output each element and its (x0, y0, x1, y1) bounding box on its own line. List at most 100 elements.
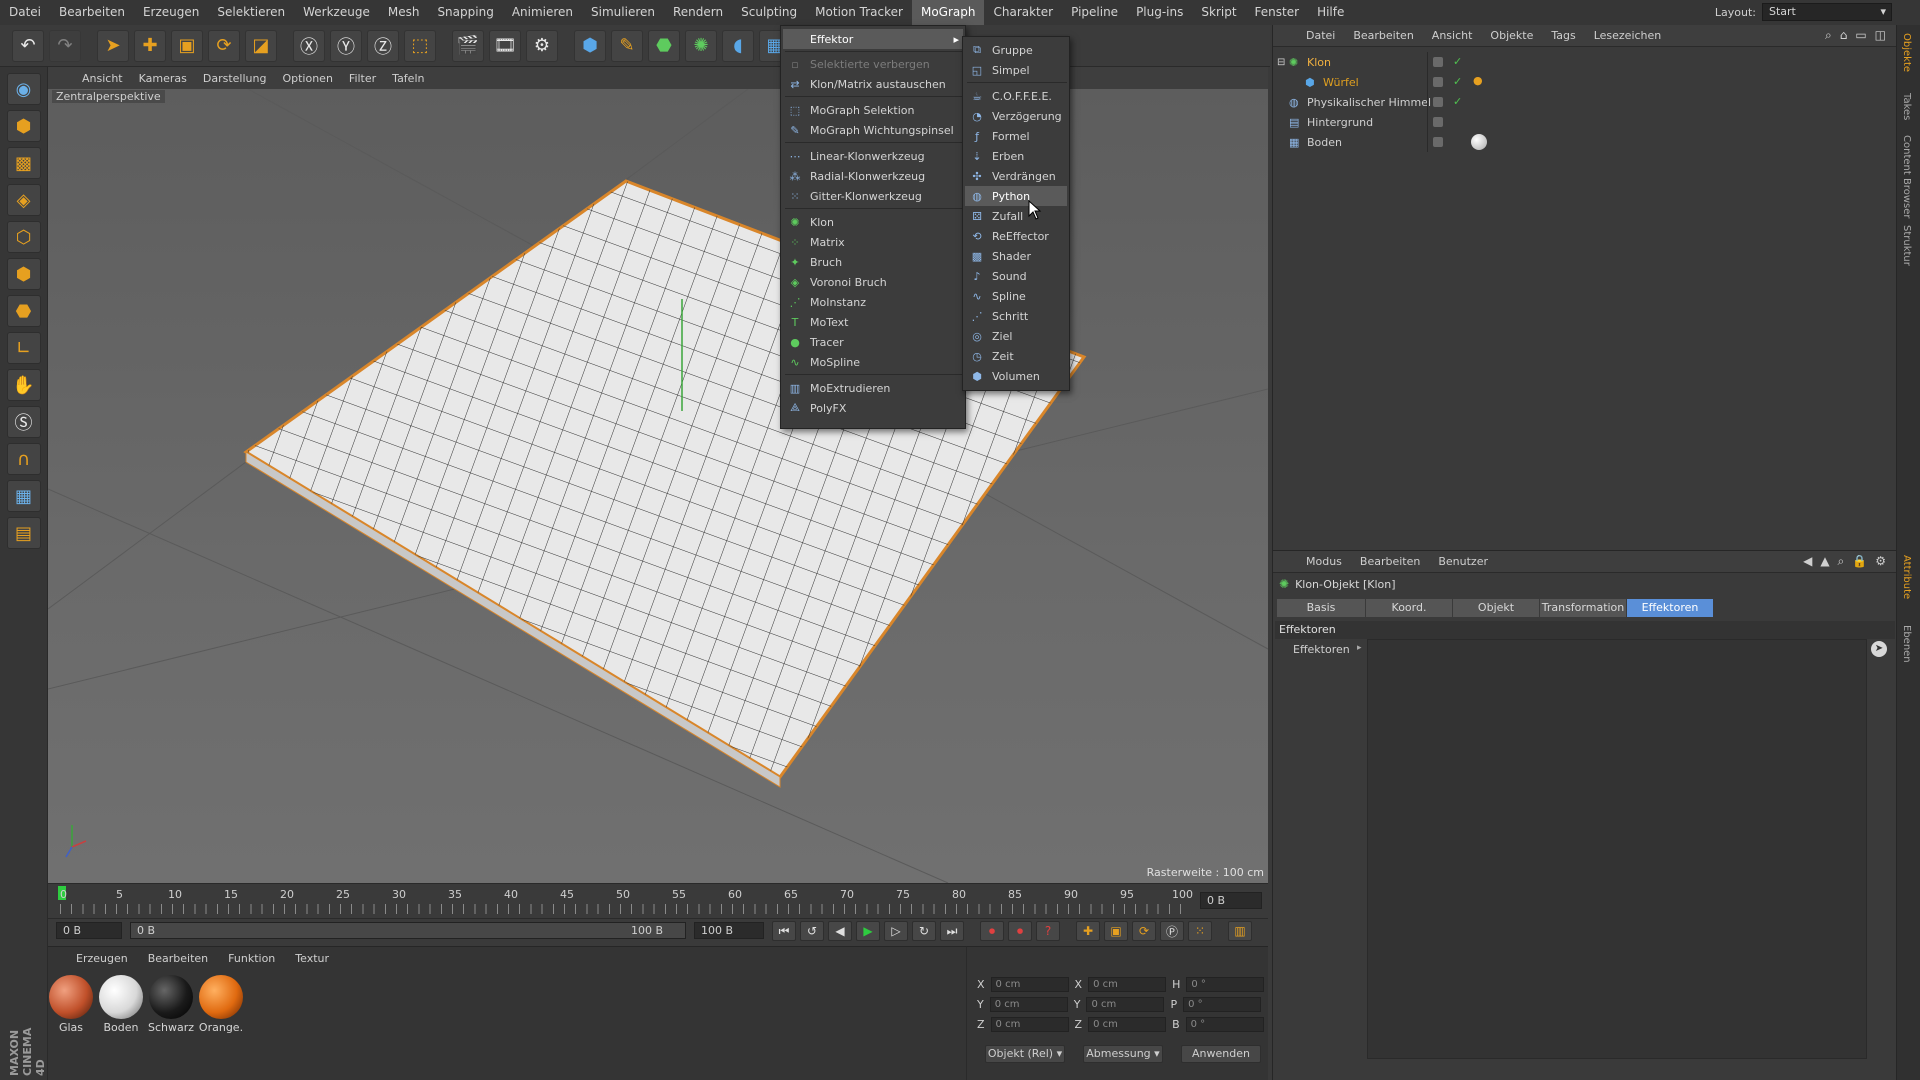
tab-objekt[interactable]: Objekt (1453, 599, 1539, 617)
lock-icon[interactable]: 🔒 (1852, 554, 1867, 569)
layer-swatch[interactable] (1433, 57, 1443, 67)
menu-item-tracer[interactable]: ● Tracer (783, 332, 963, 352)
scale-tool-icon[interactable]: ▣ (171, 29, 203, 62)
rotate-tool-icon[interactable]: ⟳ (208, 29, 240, 62)
menu-item-moinstanz[interactable]: ⋰ MoInstanz (783, 292, 963, 312)
viewport-menu-darstellung[interactable]: Darstellung (195, 72, 275, 85)
layer-swatch[interactable] (1433, 137, 1443, 147)
redo-icon[interactable]: ↷ (49, 29, 81, 62)
workplane-icon[interactable]: ◈ (6, 184, 41, 216)
objects-menu-ansicht[interactable]: Ansicht (1423, 29, 1482, 42)
effektor-verdraengen[interactable]: ✣ Verdrängen (965, 166, 1067, 186)
menu-erzeugen[interactable]: Erzeugen (134, 0, 208, 25)
viewport-menu-filter[interactable]: Filter (341, 72, 384, 85)
attr-menu-benutzer[interactable]: Benutzer (1429, 555, 1497, 568)
previous-key-icon[interactable]: ↺ (800, 921, 824, 941)
scale-key-icon[interactable]: ▣ (1104, 921, 1128, 941)
keyframe-selection-icon[interactable]: ? (1036, 921, 1060, 941)
material-orange[interactable]: Orange. (198, 975, 244, 1034)
minimize-icon[interactable]: ▭ (1855, 28, 1866, 43)
menu-selektieren[interactable]: Selektieren (208, 0, 294, 25)
record-active-icon[interactable]: ⏺ (980, 921, 1004, 941)
pick-object-icon[interactable]: ➤ (1871, 641, 1887, 657)
play-icon[interactable]: ▶ (856, 921, 880, 941)
up-arrow-icon[interactable]: ▲ (1820, 554, 1829, 569)
sidetab-content-browser[interactable]: Content Browser (1901, 135, 1912, 218)
object-row-physikalischer-himmel[interactable]: ◍ Physikalischer Himmel ✓ (1275, 92, 1893, 112)
settings-icon[interactable]: ⚙ (1875, 554, 1886, 569)
sidetab-ebenen[interactable]: Ebenen (1901, 625, 1912, 663)
effektor-shader[interactable]: ▩ Shader (965, 246, 1067, 266)
tab-basis[interactable]: Basis (1277, 599, 1365, 617)
y-axis-lock-icon[interactable]: Ⓨ (330, 29, 362, 62)
texture-mode-icon[interactable]: ▩ (6, 147, 41, 179)
subdivision-icon[interactable]: ⬣ (648, 29, 680, 62)
viewport-menu-optionen[interactable]: Optionen (274, 72, 340, 85)
x-axis-lock-icon[interactable]: Ⓧ (293, 29, 325, 62)
tab-transformation[interactable]: Transformation (1540, 599, 1626, 617)
effektor-zufall[interactable]: ⚄ Zufall (965, 206, 1067, 226)
effektor-reeffector[interactable]: ⟲ ReEffector (965, 226, 1067, 246)
position-key-icon[interactable]: ✚ (1076, 921, 1100, 941)
material-menu-funktion[interactable]: Funktion (218, 952, 285, 965)
search-icon[interactable]: ⌕ (1838, 554, 1845, 569)
objects-menu-lesezeichen[interactable]: Lesezeichen (1585, 29, 1671, 42)
effektoren-list-box[interactable] (1367, 639, 1867, 1059)
menu-item-polyfx[interactable]: ⟁ PolyFX (783, 398, 963, 418)
layer-swatch[interactable] (1433, 77, 1443, 87)
menu-motion-tracker[interactable]: Motion Tracker (806, 0, 912, 25)
point-mode-icon[interactable]: ⬡ (6, 221, 41, 253)
objects-menu-objekte[interactable]: Objekte (1481, 29, 1542, 42)
cloner-icon[interactable]: ✺ (685, 29, 717, 62)
menu-datei[interactable]: Datei (0, 0, 50, 25)
menu-mograph[interactable]: MoGraph (911, 0, 985, 25)
menu-item-klon-matrix-austauschen[interactable]: ⇄ Klon/Matrix austauschen (783, 74, 963, 94)
next-frame-icon[interactable]: ▷ (884, 921, 908, 941)
render-view-icon[interactable]: 🎬 (452, 29, 484, 62)
menu-fenster[interactable]: Fenster (1246, 0, 1309, 25)
attr-menu-modus[interactable]: Modus (1297, 555, 1351, 568)
sidetab-struktur[interactable]: Struktur (1901, 225, 1912, 266)
back-arrow-icon[interactable]: ◀ (1803, 554, 1812, 569)
maximize-icon[interactable]: ◫ (1875, 28, 1886, 43)
enabled-check-icon[interactable]: ✓ (1453, 55, 1462, 68)
render-settings-icon[interactable]: ⚙ (526, 29, 558, 62)
menu-item-gitter-klonwerkzeug[interactable]: ⁙ Gitter-Klonwerkzeug (783, 186, 963, 206)
effektor-sound[interactable]: ♪ Sound (965, 266, 1067, 286)
menu-item-motext[interactable]: T MoText (783, 312, 963, 332)
material-boden[interactable]: Boden (98, 975, 144, 1034)
size-mode-dropdown[interactable]: Abmessung ▾ (1083, 1045, 1163, 1063)
position-y-field[interactable]: 0 cm (989, 997, 1068, 1012)
menu-plugins[interactable]: Plug-ins (1127, 0, 1192, 25)
rotation-key-icon[interactable]: ⟳ (1132, 921, 1156, 941)
menu-item-moextrudieren[interactable]: ▥ MoExtrudieren (783, 378, 963, 398)
workplane-lock-icon[interactable]: ▦ (6, 480, 41, 512)
enabled-check-icon[interactable]: ✓ (1453, 95, 1462, 108)
home-icon[interactable]: ⌂ (1840, 28, 1848, 43)
model-mode-icon[interactable]: ⬢ (6, 110, 41, 142)
make-editable-icon[interactable]: ◉ (6, 73, 41, 105)
menu-item-voronoi-bruch[interactable]: ◈ Voronoi Bruch (783, 272, 963, 292)
previous-frame-icon[interactable]: ◀ (828, 921, 852, 941)
effektor-schritt[interactable]: ⋰ Schritt (965, 306, 1067, 326)
cube-primitive-icon[interactable]: ⬢ (574, 29, 606, 62)
go-to-end-icon[interactable]: ⏭ (940, 921, 964, 941)
go-to-start-icon[interactable]: ⏮ (772, 921, 796, 941)
material-glas[interactable]: Glas (48, 975, 94, 1034)
sidetab-takes[interactable]: Takes (1901, 93, 1912, 120)
position-z-field[interactable]: 0 cm (990, 1017, 1069, 1032)
magnet-icon[interactable]: ∩ (6, 443, 41, 475)
search-icon[interactable]: ⌕ (1825, 28, 1832, 43)
size-y-field[interactable]: 0 cm (1086, 997, 1165, 1012)
object-row-hintergrund[interactable]: ▤ Hintergrund (1275, 112, 1893, 132)
menu-item-bruch[interactable]: ✦ Bruch (783, 252, 963, 272)
sidetab-objekte[interactable]: Objekte (1901, 33, 1912, 72)
undo-icon[interactable]: ↶ (12, 29, 44, 62)
rotation-h-field[interactable]: 0 ° (1186, 977, 1265, 992)
menu-mesh[interactable]: Mesh (379, 0, 429, 25)
z-axis-lock-icon[interactable]: Ⓩ (367, 29, 399, 62)
frame-range-slider[interactable]: 0 B 100 B (130, 922, 686, 939)
parameter-key-icon[interactable]: Ⓟ (1160, 921, 1184, 941)
axis-mode-icon[interactable]: ∟ (6, 332, 41, 364)
effektor-zeit[interactable]: ◷ Zeit (965, 346, 1067, 366)
